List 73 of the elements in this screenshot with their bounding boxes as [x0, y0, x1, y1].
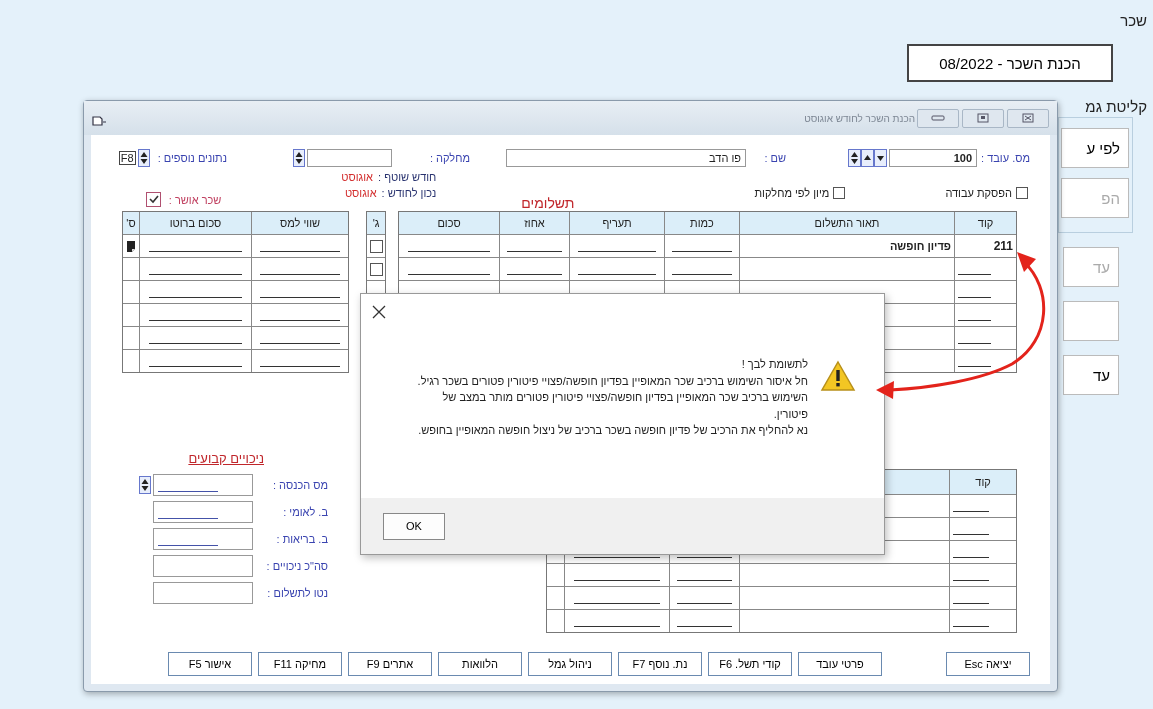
column-header: קוד [975, 476, 991, 488]
amount-field[interactable] [153, 473, 253, 496]
employee-number-field[interactable]: 100 [889, 149, 977, 167]
column-header: תאור התשלום [739, 212, 954, 234]
minimize-icon [931, 114, 945, 122]
approved-checkbox[interactable] [145, 192, 161, 207]
month-value: אוגוסט [344, 187, 377, 199]
spinner-icon[interactable] [137, 149, 150, 167]
field-label: מס הכנסה : [271, 478, 328, 491]
function-button[interactable]: מחיקה F11 [258, 652, 342, 676]
column-header: אחוז [499, 212, 569, 234]
field-label: חודש שוטף : [378, 171, 437, 183]
spinner-icon[interactable] [293, 149, 305, 167]
field-label: ב. לאומי : [282, 505, 328, 518]
menu-button[interactable]: לפי ע [1061, 128, 1129, 168]
amount-field[interactable] [153, 527, 253, 550]
checkbox[interactable]: הפסקת עבודה [945, 187, 1028, 199]
section-title: ניכויים קבועים [187, 451, 264, 466]
shortcut-key[interactable]: F8 [118, 151, 136, 165]
row-checkbox[interactable] [369, 262, 383, 276]
function-button[interactable]: אישור F5 [168, 652, 252, 676]
spinner-down-icon[interactable] [874, 149, 887, 167]
function-button[interactable]: נת. נוסף F7 [618, 652, 702, 676]
column-header: סכום [436, 216, 462, 231]
maximize-icon [977, 113, 989, 123]
section-title: תשלומים [521, 195, 575, 211]
column-header: סכום ברוטו [139, 212, 251, 234]
function-button[interactable]: קודי תשל. F6 [708, 652, 792, 676]
row-checkbox[interactable] [369, 239, 383, 253]
close-icon[interactable] [372, 305, 386, 319]
function-button[interactable]: יציאה Esc [946, 652, 1030, 676]
function-button[interactable]: הלוואות [438, 652, 522, 676]
spinner-icon[interactable] [139, 475, 151, 494]
field-label: מחלקה : [428, 152, 470, 164]
field-label: נתונים נוספים : [157, 152, 227, 164]
field-label: נכון לחודש : [381, 187, 437, 199]
field-label: שם : [763, 152, 786, 164]
amount-field[interactable] [153, 500, 253, 523]
spinner-icon[interactable] [848, 149, 861, 167]
field-label: סה"כ ניכויים : [265, 559, 328, 572]
warning-icon [820, 360, 856, 392]
column-header: ג' [367, 212, 385, 234]
dialog-message: לתשומת לבך ! חל איסור השימוש ברכיב שכר המאופיין בפדיון חופשה/פצויי פיטורין פטורים בשכר רגיל. השימוש ברכיב שכר המאופיין בפדיון חופשה/פצויי פיטורין פטורים מותר במצב של פיטורין. נא להחליף את הרכיב של פדיון חופשה בשכר ברכיב של ניצול חופשה המאופיין בחופש. [416, 357, 808, 438]
amount-field[interactable] [153, 581, 253, 604]
department-field[interactable] [307, 149, 392, 167]
table-cell: פדיון חופשה [739, 235, 954, 257]
period-button[interactable]: הכנת השכר - 08/2022 [907, 44, 1113, 82]
column-header: ס' [125, 216, 137, 231]
field-label: שכר אושר : [168, 193, 222, 206]
close-icon [1022, 113, 1034, 123]
field-label: מס. עובד : [980, 152, 1030, 164]
month-value: אוגוסט [341, 171, 373, 183]
menu-button[interactable]: עד [1063, 355, 1119, 395]
function-button[interactable]: אתרים F9 [348, 652, 432, 676]
name-field[interactable]: פו הדב [506, 149, 746, 167]
spinner-up-icon[interactable] [861, 149, 874, 167]
field-label: נטו לתשלום : [266, 586, 328, 599]
ok-button[interactable]: OK [383, 512, 445, 540]
column-header: קוד [954, 212, 1016, 234]
function-button[interactable]: ניהול גמל [528, 652, 612, 676]
function-button[interactable]: פרטי עובד [798, 652, 882, 676]
amount-field[interactable] [153, 554, 253, 577]
window-title: הכנת השכר לחודש אוגוסט [804, 112, 915, 124]
app-icon [92, 115, 106, 127]
column-header: שווי למס [251, 212, 348, 234]
note-icon[interactable] [127, 240, 135, 252]
checkbox[interactable]: מיון לפי מחלקות [754, 187, 846, 199]
column-header: כמות [664, 212, 739, 234]
screen-title: שכר [1120, 12, 1147, 29]
column-header: תעריף [569, 212, 664, 234]
field-label: ב. בריאות : [275, 532, 328, 545]
group-label: קליטת גמ [1085, 98, 1147, 115]
table-cell: 211 [954, 235, 1016, 257]
